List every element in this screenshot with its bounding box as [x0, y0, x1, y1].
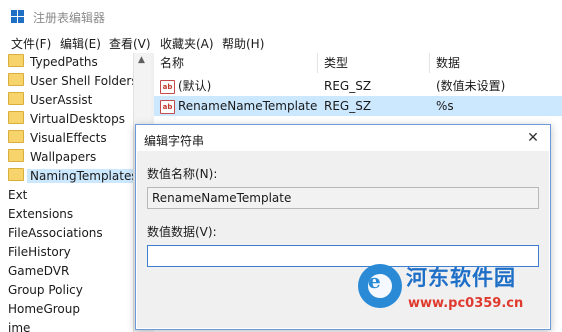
- menu-favorites[interactable]: 收藏夹(A): [160, 35, 214, 52]
- watermark: e 河东软件园 www.pc0359.cn: [356, 258, 562, 332]
- value-type: REG_SZ: [324, 79, 372, 93]
- tree-item-userassist[interactable]: UserAssist: [8, 91, 92, 110]
- menu-file[interactable]: 文件(F): [11, 35, 51, 52]
- tree-item-wallpapers[interactable]: Wallpapers: [8, 148, 96, 167]
- menu-help[interactable]: 帮助(H): [222, 35, 264, 52]
- folder-icon: [8, 111, 24, 124]
- menu-bar: 文件(F) 编辑(E) 查看(V) 收藏夹(A) 帮助(H): [0, 33, 562, 53]
- value-data: %s: [436, 99, 454, 113]
- column-header-data[interactable]: 数据: [430, 53, 562, 73]
- tree-item-extensions[interactable]: Extensions: [8, 205, 73, 224]
- column-header-type[interactable]: 类型: [318, 53, 430, 73]
- tree-item-fileassociations[interactable]: FileAssociations: [8, 224, 103, 243]
- menu-view[interactable]: 查看(V): [109, 35, 151, 52]
- tree-item-namingtemplates[interactable]: NamingTemplates: [8, 167, 141, 186]
- column-header-name[interactable]: 名称: [154, 53, 318, 73]
- value-data: (数值未设置): [436, 79, 506, 93]
- dialog-title: 编辑字符串: [144, 134, 205, 148]
- folder-icon: [8, 73, 24, 86]
- tree-item-gamedvr[interactable]: GameDVR: [8, 262, 69, 281]
- folder-icon: [8, 149, 24, 162]
- watermark-logo-e-icon: e: [368, 269, 381, 293]
- value-name-label: 数值名称(N):: [147, 167, 218, 181]
- folder-icon: [8, 54, 24, 67]
- menu-edit[interactable]: 编辑(E): [60, 35, 101, 52]
- tree-item-user-shell-folders[interactable]: User Shell Folders: [8, 72, 138, 91]
- value-type: REG_SZ: [324, 99, 372, 113]
- regedit-app-icon: [11, 10, 25, 24]
- tree-item-group-policy[interactable]: Group Policy: [8, 281, 83, 300]
- value-name: RenameNameTemplate: [178, 99, 318, 113]
- close-icon[interactable]: ✕: [522, 128, 544, 148]
- ab-string-icon: ab: [160, 100, 175, 114]
- tree-item-typedpaths[interactable]: TypedPaths: [8, 53, 98, 72]
- window-title: 注册表编辑器: [33, 11, 106, 25]
- tree-item-visualeffects[interactable]: VisualEffects: [8, 129, 107, 148]
- folder-icon: [8, 92, 24, 105]
- tree-item-homegroup[interactable]: HomeGroup: [8, 300, 80, 319]
- watermark-name: 河东软件园: [406, 265, 516, 290]
- value-row[interactable]: ab RenameNameTemplate REG_SZ %s: [154, 96, 562, 116]
- key-tree[interactable]: TypedPaths User Shell Folders UserAssist…: [0, 53, 152, 332]
- folder-icon: [8, 168, 24, 181]
- title-bar: 注册表编辑器: [0, 0, 562, 32]
- value-name-field[interactable]: [147, 187, 539, 209]
- ab-string-icon: ab: [160, 80, 175, 94]
- tree-item-filehistory[interactable]: FileHistory: [8, 243, 71, 262]
- value-name: (默认): [178, 79, 212, 93]
- tree-item-ime[interactable]: ime: [8, 319, 30, 332]
- folder-icon: [8, 130, 24, 143]
- value-row[interactable]: ab (默认) REG_SZ (数值未设置): [154, 76, 562, 96]
- scroll-up-arrow-icon[interactable]: ▲: [138, 55, 145, 65]
- tree-item-virtualdesktops[interactable]: VirtualDesktops: [8, 110, 125, 129]
- tree-item-ext[interactable]: Ext: [8, 186, 27, 205]
- value-data-label: 数值数据(V):: [147, 225, 217, 239]
- watermark-url: www.pc0359.cn: [408, 296, 524, 311]
